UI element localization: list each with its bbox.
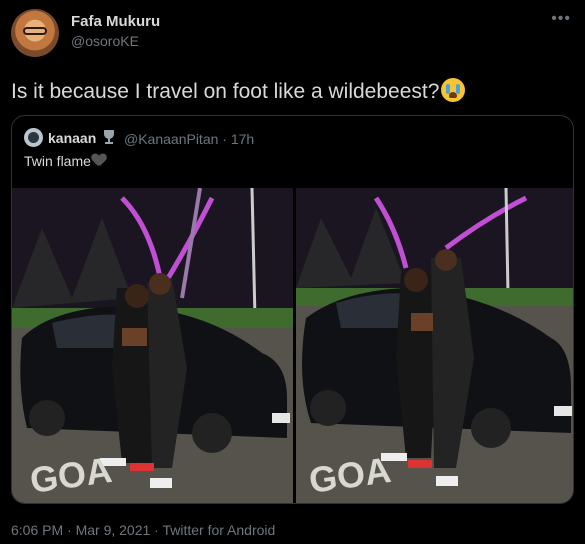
trophy-icon — [104, 130, 114, 144]
black-heart-emoji-icon — [92, 154, 106, 168]
tweet-text: Is it because I travel on foot like a wi… — [11, 78, 466, 104]
avatar-glasses — [23, 27, 47, 35]
quoted-photo-right[interactable]: GOA — [296, 188, 573, 503]
tweet-meta[interactable]: 6:06 PM · Mar 9, 2021 · Twitter for Andr… — [11, 522, 275, 538]
author-name[interactable]: Fafa Mukuru — [71, 13, 160, 30]
photo-couple-car-right-icon: GOA — [296, 188, 573, 503]
quoted-photo-left[interactable]: GOA — [12, 188, 293, 503]
author-avatar[interactable] — [11, 9, 59, 57]
quoted-author-name[interactable]: kanaan — [48, 130, 96, 146]
more-options-icon[interactable]: ••• — [551, 10, 571, 28]
author-handle[interactable]: @osoroKE — [71, 33, 139, 49]
quoted-tweet-card[interactable]: kanaan @KanaanPitan · 17h Twin flame GOA… — [11, 115, 574, 504]
loudly-crying-face-emoji-icon — [441, 78, 466, 102]
photo-couple-car-left-icon: GOA — [12, 188, 293, 503]
quoted-text: Twin flame — [24, 153, 106, 169]
quoted-text-content: Twin flame — [24, 153, 91, 169]
quoted-author-avatar[interactable] — [24, 128, 43, 147]
quoted-handle-time[interactable]: @KanaanPitan · 17h — [124, 131, 254, 147]
tweet-text-content: Is it because I travel on foot like a wi… — [11, 80, 440, 103]
